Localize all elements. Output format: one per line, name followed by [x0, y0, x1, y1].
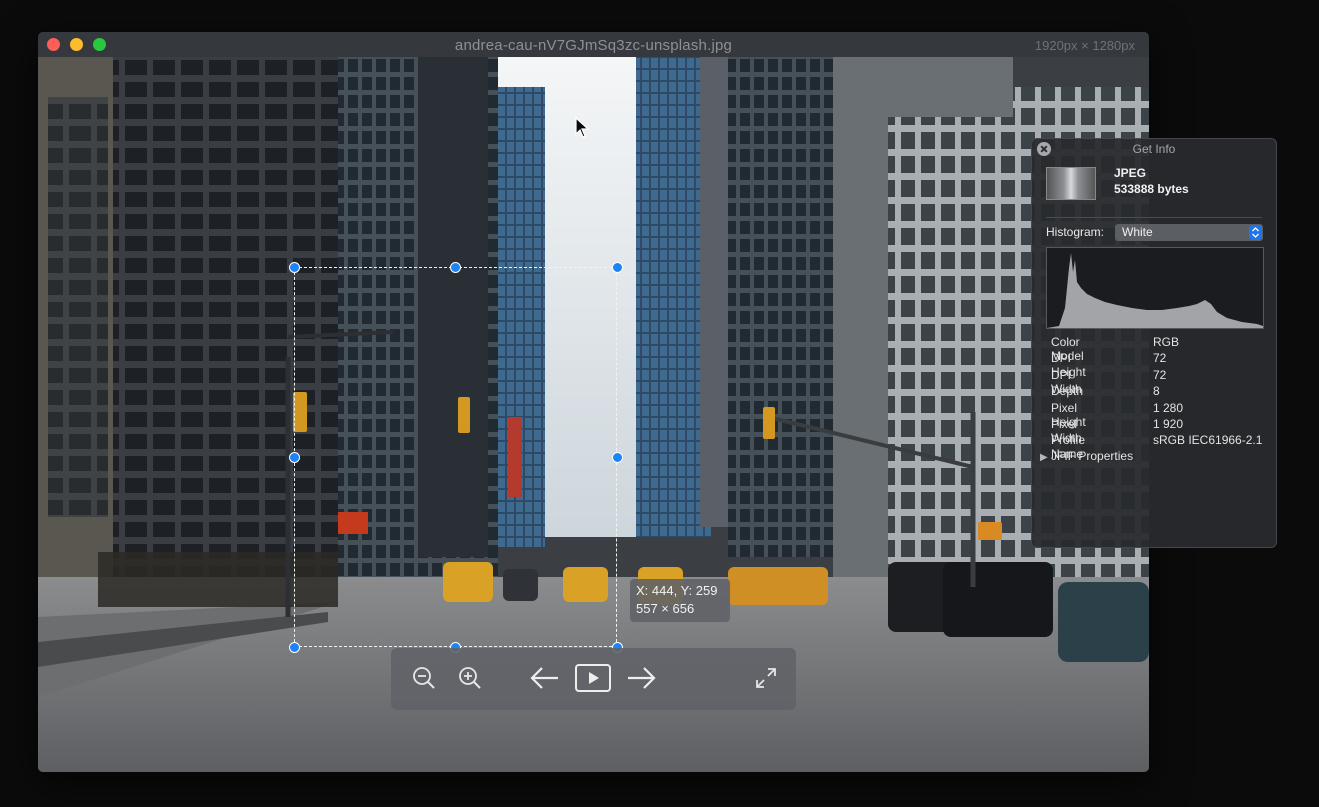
selection-handle-top-right[interactable] — [612, 262, 623, 273]
property-value: sRGB IEC61966-2.1 — [1153, 433, 1263, 448]
selection-handle-right[interactable] — [612, 452, 623, 463]
property-value: RGB — [1153, 335, 1180, 349]
viewer-toolbar — [391, 648, 796, 710]
property-value: 72 — [1153, 351, 1167, 366]
zoom-in-icon — [459, 667, 481, 689]
panel-title: Get Info — [1132, 142, 1176, 156]
property-value: 1 920 — [1153, 416, 1184, 431]
slideshow-play-button[interactable] — [575, 660, 611, 696]
property-value: 1 280 — [1153, 400, 1184, 415]
next-image-button[interactable] — [621, 660, 661, 696]
histogram-chart — [1046, 247, 1264, 329]
arrow-right-icon — [628, 667, 656, 689]
jfif-properties-label: JFIF Properties — [1051, 449, 1134, 463]
play-icon — [575, 664, 611, 692]
previous-image-button[interactable] — [525, 660, 565, 696]
divider — [1046, 217, 1262, 218]
fullscreen-button[interactable] — [749, 660, 783, 696]
selection-handle-left[interactable] — [289, 452, 300, 463]
property-value: 8 — [1153, 384, 1160, 399]
selection-handle-bottom-left[interactable] — [289, 642, 300, 653]
image-dimensions: 1920px × 1280px — [1034, 38, 1135, 53]
zoom-in-button[interactable] — [453, 660, 487, 696]
jfif-properties-disclosure[interactable]: ▶ JFIF Properties — [1040, 449, 1133, 463]
window-title: andrea-cau-nV7GJmSq3zc-unsplash.jpg — [454, 37, 733, 54]
file-size: 533888 bytes — [1114, 182, 1189, 196]
fullscreen-icon — [756, 668, 776, 688]
image-thumbnail — [1046, 167, 1096, 200]
histogram-mode-select[interactable]: White — [1115, 224, 1263, 241]
selection-size: 557 × 656 — [636, 601, 695, 616]
arrow-left-icon — [530, 667, 558, 689]
selection-info-tooltip: X: 444, Y: 259 557 × 656 — [630, 579, 730, 622]
file-format: JPEG — [1114, 166, 1147, 180]
zoom-out-icon — [413, 667, 435, 689]
selection-handle-top-left[interactable] — [289, 262, 300, 273]
mouse-pointer-icon — [575, 117, 590, 138]
get-info-panel: Get Info JPEG 533888 bytes Histogram: Wh… — [1031, 138, 1277, 548]
zoom-out-button[interactable] — [407, 660, 441, 696]
histogram-label: Histogram: — [1046, 225, 1105, 239]
disclosure-triangle-icon: ▶ — [1040, 452, 1048, 463]
property-value: 72 — [1153, 367, 1167, 382]
selection-handle-top[interactable] — [450, 262, 461, 273]
selection-rectangle[interactable] — [294, 267, 617, 647]
selection-position: X: 444, Y: 259 — [636, 583, 718, 598]
property-key: Depth — [1051, 384, 1084, 399]
histogram-mode-value: White — [1122, 225, 1153, 239]
title-bar[interactable]: andrea-cau-nV7GJmSq3zc-unsplash.jpg 1920… — [38, 32, 1149, 57]
select-arrows-icon — [1249, 225, 1262, 240]
